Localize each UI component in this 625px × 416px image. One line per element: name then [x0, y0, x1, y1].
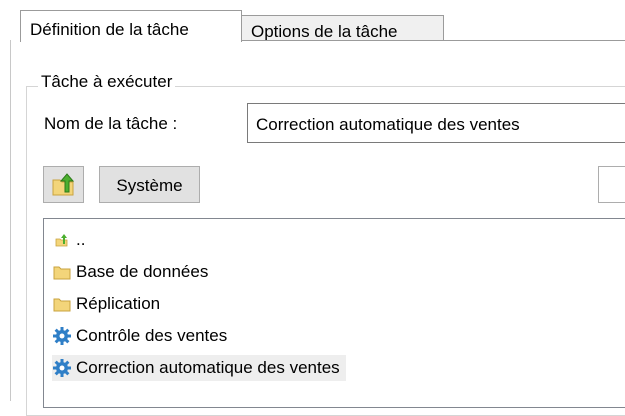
list-item-sales-correction[interactable]: Correction automatique des ventes [52, 355, 346, 381]
tab-task-definition[interactable]: Définition de la tâche [20, 10, 242, 42]
task-name-label: Nom de la tâche : [44, 114, 178, 133]
list-item-label: Contrôle des ventes [76, 326, 228, 345]
list-item-database[interactable]: Base de données [52, 259, 208, 285]
folder-up-icon [52, 172, 74, 195]
list-item-label: Réplication [76, 294, 161, 313]
parent-folder-icon [52, 230, 72, 250]
task-list[interactable]: .. Base de données Réplication Contrôle … [43, 218, 625, 408]
task-groupbox-legend: Tâche à exécuter [38, 72, 176, 92]
folder-icon [52, 262, 72, 282]
list-item-label: Correction automatique des ventes [76, 358, 340, 377]
list-item-label: .. [76, 230, 86, 249]
folder-up-button[interactable] [43, 166, 84, 203]
gear-icon [52, 326, 72, 346]
list-item-label: Base de données [76, 262, 209, 281]
task-name-input[interactable]: Correction automatique des ventes [247, 103, 625, 143]
tab-strip: Définition de la tâche Options de la tâc… [0, 0, 625, 42]
tab-task-options[interactable]: Options de la tâche [242, 15, 444, 41]
folder-icon [52, 294, 72, 314]
tab-divider [242, 40, 625, 41]
panel-left-border [10, 40, 11, 401]
list-item-replication[interactable]: Réplication [52, 291, 160, 317]
list-item-sales-check[interactable]: Contrôle des ventes [52, 323, 227, 349]
list-item-parent[interactable]: .. [52, 227, 85, 253]
gear-icon [52, 358, 72, 378]
system-button[interactable]: Système [99, 166, 200, 203]
secondary-button[interactable] [598, 166, 625, 203]
